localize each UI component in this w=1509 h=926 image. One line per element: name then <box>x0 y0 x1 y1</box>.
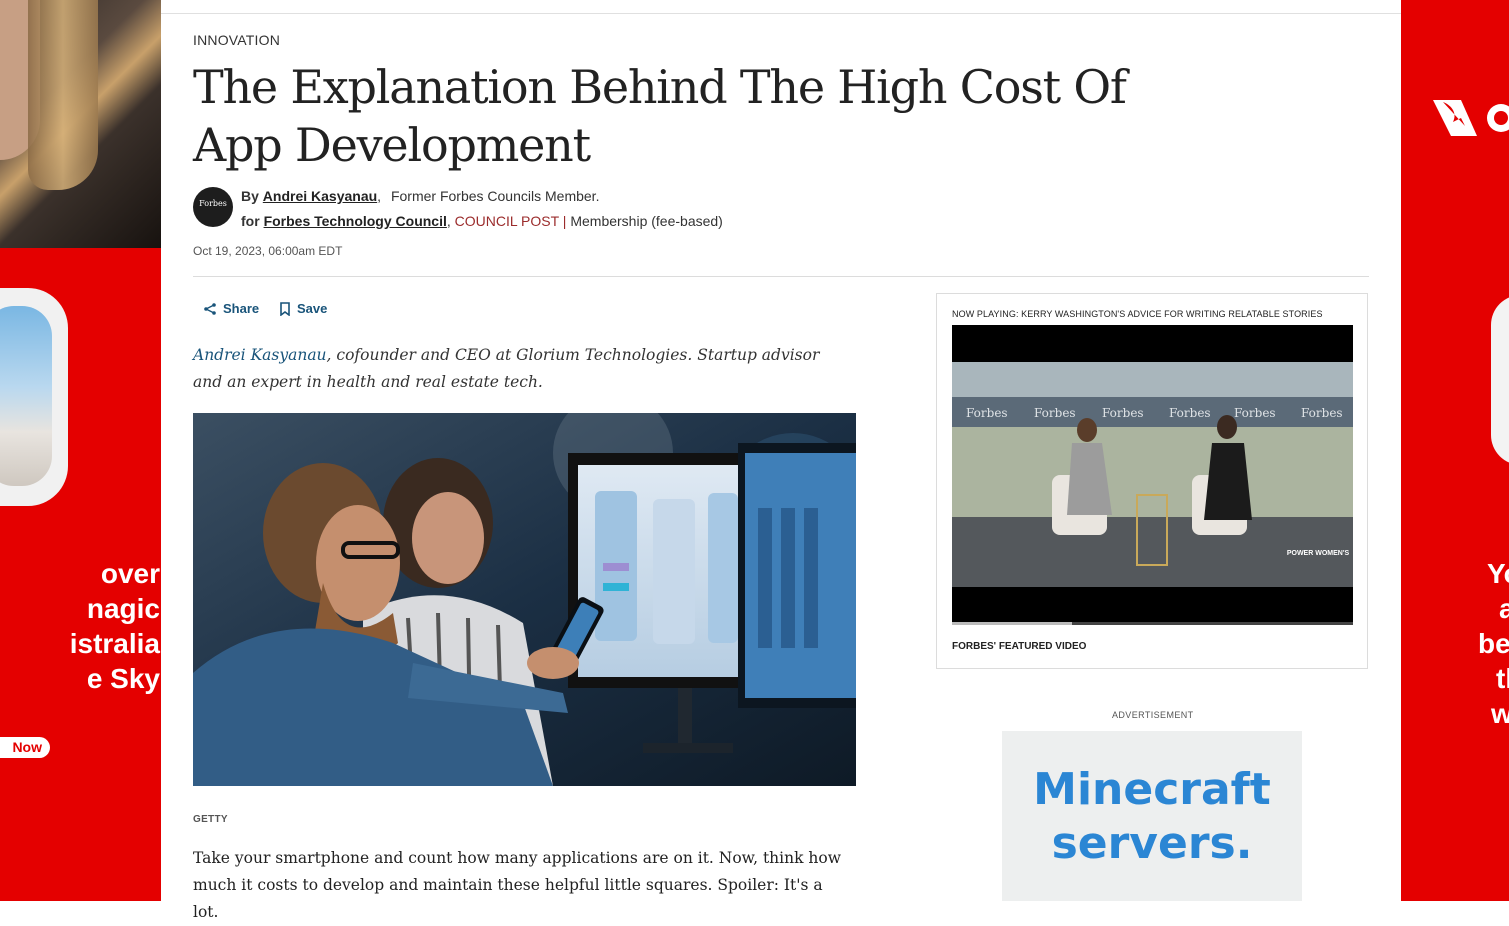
author-avatar[interactable]: Forbes <box>193 187 233 227</box>
byline: By Andrei Kasyanau, Former Forbes Counci… <box>241 188 600 204</box>
bookmark-icon <box>280 301 290 316</box>
save-button[interactable]: Save <box>279 301 327 316</box>
right-ad-headline: Yo a be th w <box>1478 558 1509 729</box>
image-credit: GETTY <box>193 814 228 825</box>
left-ad-headline: over nagic istralia e Sky <box>69 558 160 694</box>
left-side-ad[interactable]: over nagic istralia e Sky Now <box>0 0 161 901</box>
save-label: Save <box>297 301 328 316</box>
banner-word: Forbes <box>1169 406 1211 420</box>
share-button[interactable]: Share <box>203 301 259 316</box>
top-divider <box>161 13 1401 14</box>
article-hero-image <box>193 413 856 786</box>
section-label[interactable]: INNOVATION <box>193 32 280 48</box>
post-type-label: COUNCIL POST <box>454 213 559 229</box>
airplane-window-graphic <box>1491 295 1509 465</box>
banner-word: Forbes <box>1102 406 1144 420</box>
featured-video-module: NOW PLAYING: KERRY WASHINGTON'S ADVICE F… <box>936 293 1368 669</box>
now-playing-title: NOW PLAYING: KERRY WASHINGTON'S ADVICE F… <box>952 309 1323 319</box>
banner-word: Forbes <box>966 406 1008 420</box>
left-ad-cta-button[interactable]: Now <box>0 737 50 758</box>
hero-illustration <box>193 413 856 786</box>
banner-word: Forbes <box>1034 406 1076 420</box>
for-prefix: for <box>241 213 260 229</box>
intro-author-link[interactable]: Andrei Kasyanau <box>193 346 327 364</box>
share-icon <box>204 302 216 315</box>
byline-separator: | <box>562 213 567 229</box>
byline-divider <box>193 276 1369 277</box>
advertisement-label: ADVERTISEMENT <box>1112 710 1194 720</box>
article-container: INNOVATION The Explanation Behind The Hi… <box>161 0 1401 921</box>
kangaroo-logo-icon <box>1433 100 1509 136</box>
council-link[interactable]: Forbes Technology Council <box>264 213 447 229</box>
author-role: Former Forbes Councils Member. <box>390 188 600 204</box>
right-side-ad[interactable]: Yo a be th w <box>1401 0 1509 901</box>
author-link[interactable]: Andrei Kasyanau <box>263 188 377 204</box>
article-paragraph: Take your smartphone and count how many … <box>193 849 842 921</box>
council-line: for Forbes Technology Council, COUNCIL P… <box>241 213 723 229</box>
banner-word: Forbes <box>1301 406 1343 420</box>
video-progress-bar[interactable] <box>952 622 1353 625</box>
video-player[interactable]: Forbes Forbes Forbes Forbes Forbes Forbe… <box>952 325 1353 625</box>
by-prefix: By <box>241 188 259 204</box>
airplane-window-graphic <box>0 288 68 506</box>
featured-video-label: FORBES' FEATURED VIDEO <box>952 641 1087 652</box>
share-label: Share <box>223 301 260 316</box>
article-title: The Explanation Behind The High Cost Of … <box>193 60 1127 172</box>
membership-label: Membership (fee-based) <box>570 213 723 229</box>
ad-photo <box>0 0 161 248</box>
author-intro: Andrei Kasyanau, cofounder and CEO at Gl… <box>193 346 820 391</box>
publish-date: Oct 19, 2023, 06:00am EDT <box>193 244 343 258</box>
banner-word: Forbes <box>1234 406 1276 420</box>
advertisement-banner[interactable]: Minecraft servers. <box>1002 731 1302 901</box>
video-still: Forbes Forbes Forbes Forbes Forbes Forbe… <box>952 362 1353 587</box>
summit-logo-text: POWER WOMEN'S <box>1287 550 1350 557</box>
ad-headline: Minecraft servers. <box>1033 764 1271 869</box>
